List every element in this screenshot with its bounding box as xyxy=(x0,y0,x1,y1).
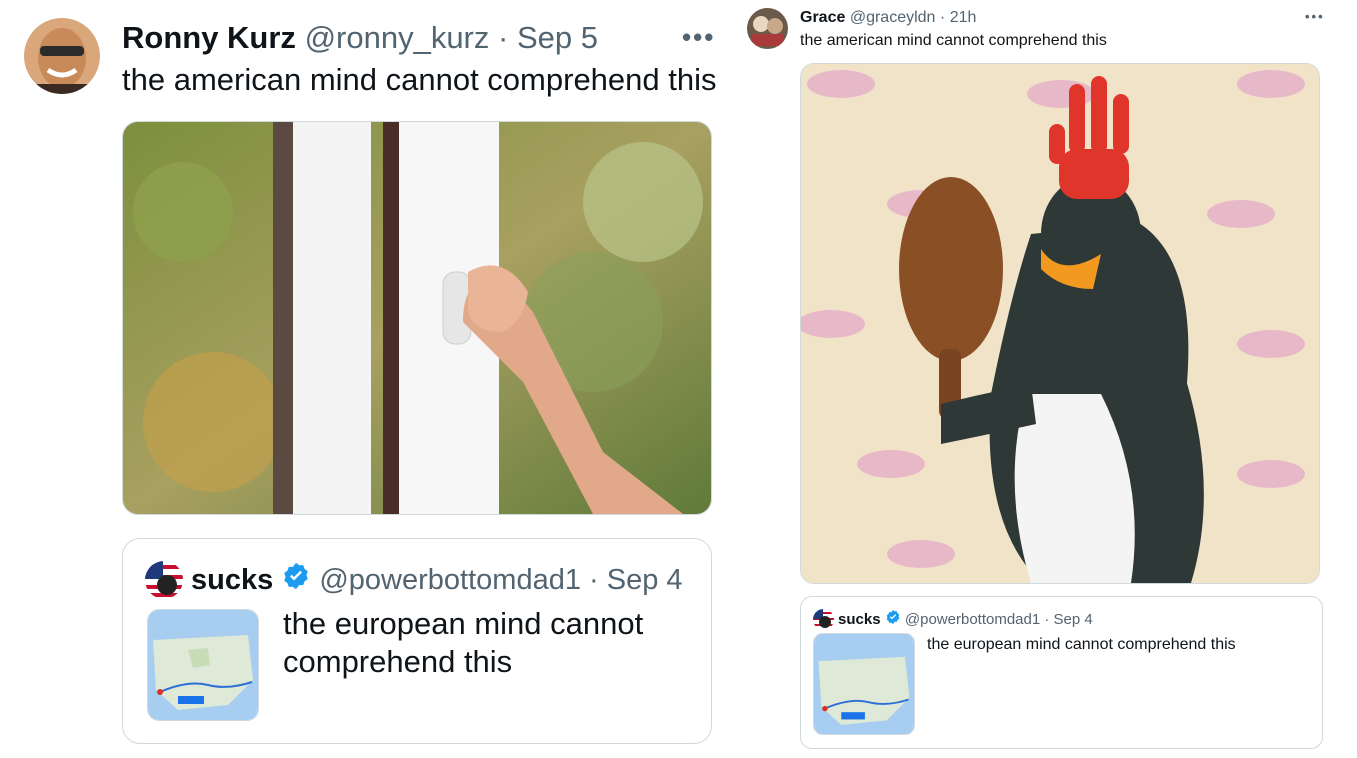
author-handle[interactable]: @graceyldn xyxy=(850,9,936,26)
quoted-author-handle[interactable]: @powerbottomdad1 xyxy=(319,564,581,596)
separator-dot: · xyxy=(498,20,509,55)
quoted-text-line2: comprehend this xyxy=(283,644,513,679)
ronny-avatar[interactable] xyxy=(24,18,100,94)
quoted-tweet-date[interactable]: Sep 4 xyxy=(607,564,683,596)
separator-dot: · xyxy=(589,564,599,596)
tweet-media-image[interactable] xyxy=(122,121,712,515)
more-horizontal-icon[interactable]: ••• xyxy=(682,24,715,50)
sucks-avatar[interactable] xyxy=(145,561,183,599)
quoted-tweet-header: sucks @powerbottomdad1 · Sep 4 xyxy=(191,561,683,601)
separator-dot: · xyxy=(939,9,946,26)
separator-dot: · xyxy=(1044,610,1050,628)
tweet-media-image[interactable] xyxy=(800,63,1320,584)
verified-badge-icon xyxy=(281,561,311,601)
author-handle[interactable]: @ronny_kurz xyxy=(305,20,490,55)
quoted-text-line1: the european mind cannot xyxy=(283,606,644,641)
sucks-avatar[interactable] xyxy=(813,609,834,630)
right-tweet-header: Grace @graceyldn · 21h xyxy=(800,8,976,28)
author-name[interactable]: Ronny Kurz xyxy=(122,20,296,55)
verified-badge-icon xyxy=(885,609,901,631)
quoted-tweet[interactable]: sucks @powerbottomdad1 · Sep 4 the europ… xyxy=(800,596,1323,749)
tweet-text: the american mind cannot comprehend this xyxy=(800,32,1107,49)
tweet-date[interactable]: Sep 5 xyxy=(517,20,598,55)
quoted-author-handle[interactable]: @powerbottomdad1 xyxy=(905,611,1040,628)
quoted-tweet-text: the european mind cannot comprehend this xyxy=(927,636,1236,653)
quoted-tweet-date[interactable]: Sep 4 xyxy=(1054,611,1093,628)
tweet-text: the american mind cannot comprehend this xyxy=(122,62,717,97)
penguin-photo xyxy=(801,64,1319,583)
quoted-author-name[interactable]: sucks xyxy=(191,564,273,596)
quoted-map-thumbnail[interactable] xyxy=(147,609,259,721)
quoted-tweet[interactable]: sucks @powerbottomdad1 · Sep 4 the europ… xyxy=(122,538,712,744)
left-tweet-header: Ronny Kurz @ronny_kurz · Sep 5 xyxy=(122,18,598,58)
quoted-map-thumbnail[interactable] xyxy=(813,633,915,735)
more-horizontal-icon[interactable]: ••• xyxy=(1305,10,1325,24)
author-name[interactable]: Grace xyxy=(800,9,845,26)
tweet-time[interactable]: 21h xyxy=(950,9,977,26)
quoted-author-name[interactable]: sucks xyxy=(838,611,881,628)
quoted-tweet-header: sucks @powerbottomdad1 · Sep 4 xyxy=(838,609,1093,631)
grace-avatar[interactable] xyxy=(747,8,788,49)
window-photo xyxy=(123,122,711,514)
quoted-tweet-text: the european mind cannot comprehend this xyxy=(283,605,643,681)
